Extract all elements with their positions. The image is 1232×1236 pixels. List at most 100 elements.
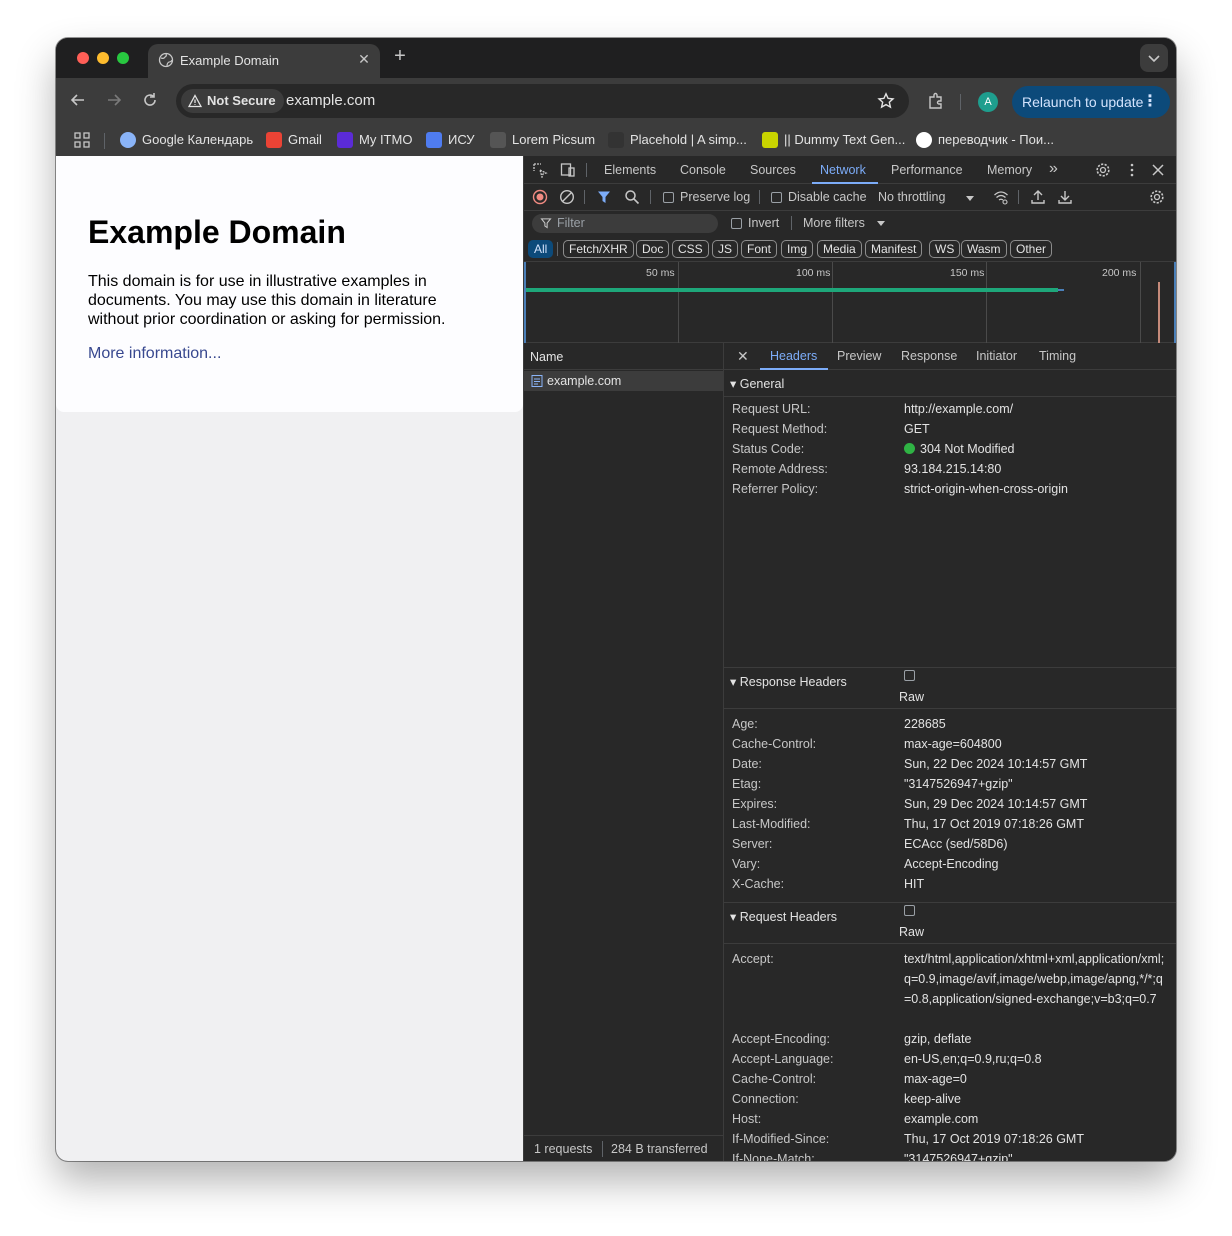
network-settings-icon[interactable] <box>1149 189 1165 205</box>
header-value: HIT <box>904 877 925 891</box>
tab-headers[interactable]: Headers <box>770 349 817 363</box>
tab-performance[interactable]: Performance <box>891 163 963 177</box>
extensions-icon[interactable] <box>926 91 946 111</box>
dropdown-caret-icon <box>877 221 885 226</box>
timeline-left-handle[interactable] <box>524 262 526 343</box>
more-vert-icon[interactable] <box>1124 162 1140 178</box>
bookmark-dummy-text[interactable]: || Dummy Text Gen... <box>762 131 905 149</box>
header-value: strict-origin-when-cross-origin <box>904 482 1068 496</box>
minimize-window-button[interactable] <box>97 52 109 64</box>
chip-css[interactable]: CSS <box>672 240 709 258</box>
chip-all[interactable]: All <box>528 240 554 258</box>
filter-icon[interactable] <box>596 189 612 205</box>
response-headers-section-header[interactable]: ▾ Response Headers Raw <box>724 667 1176 709</box>
tab-search-button[interactable] <box>1140 44 1168 72</box>
bookmark-isu[interactable]: ИСУ <box>426 131 476 149</box>
device-toolbar-icon[interactable] <box>560 162 576 178</box>
preserve-log-checkbox[interactable] <box>663 192 674 203</box>
close-tab-icon[interactable]: ✕ <box>356 51 372 67</box>
tab-response[interactable]: Response <box>901 349 957 363</box>
bookmark-google-calendar[interactable]: Google Календарь <box>120 131 253 149</box>
close-window-button[interactable] <box>77 52 89 64</box>
request-waterfall-tail <box>1058 289 1064 291</box>
relaunch-button[interactable]: Relaunch to update ⋮ <box>1012 86 1170 118</box>
request-raw-checkbox[interactable] <box>904 905 915 916</box>
chip-font[interactable]: Font <box>741 240 778 258</box>
header-key: Date: <box>732 757 762 771</box>
chip-other[interactable]: Other <box>1010 240 1053 258</box>
request-row[interactable]: example.com <box>524 371 724 391</box>
tab-elements[interactable]: Elements <box>604 163 656 177</box>
chip-ws[interactable]: WS <box>929 240 961 258</box>
chevron-down-icon <box>1148 55 1160 63</box>
close-devtools-icon[interactable] <box>1150 162 1166 178</box>
import-har-icon[interactable] <box>1030 189 1046 205</box>
bookmark-translator[interactable]: переводчик - Пои... <box>916 131 1058 149</box>
request-headers-section-header[interactable]: ▾ Request Headers Raw <box>724 902 1176 944</box>
chip-wasm[interactable]: Wasm <box>961 240 1007 258</box>
invert-checkbox[interactable] <box>731 218 742 229</box>
tab-example-domain[interactable]: Example Domain ✕ <box>148 44 380 78</box>
header-value: "3147526947+gzip" <box>904 777 1013 791</box>
header-key: If-Modified-Since: <box>732 1132 830 1146</box>
profile-avatar[interactable]: A <box>978 92 998 112</box>
bookmarks-bar: Google Календарь Gmail My ITMO ИСУ Lorem… <box>56 124 1176 156</box>
url-text[interactable]: example.com <box>286 92 375 109</box>
tab-initiator[interactable]: Initiator <box>976 349 1017 363</box>
page-body: This domain is for use in illustrative e… <box>88 273 446 328</box>
header-value: keep-alive <box>904 1092 961 1106</box>
timeline-overview[interactable]: 50 ms 100 ms 150 ms 200 ms <box>524 262 1176 343</box>
more-filters-button[interactable]: More filters <box>803 216 865 230</box>
chip-manifest[interactable]: Manifest <box>865 240 923 258</box>
export-har-icon[interactable] <box>1057 189 1073 205</box>
new-tab-button[interactable]: + <box>390 46 410 66</box>
maximize-window-button[interactable] <box>117 52 129 64</box>
chip-js[interactable]: JS <box>712 240 739 258</box>
chip-img[interactable]: Img <box>781 240 814 258</box>
chip-media[interactable]: Media <box>817 240 862 258</box>
response-headers-title: ▾ Response Headers <box>730 675 847 689</box>
network-conditions-icon[interactable] <box>993 189 1009 205</box>
chip-fetch-xhr[interactable]: Fetch/XHR <box>563 240 634 258</box>
star-icon[interactable] <box>877 92 895 110</box>
bookmark-lorem-picsum[interactable]: Lorem Picsum <box>490 131 595 149</box>
transferred-size: 284 B transferred <box>611 1142 708 1156</box>
timeline-right-handle[interactable] <box>1174 262 1176 343</box>
tab-memory[interactable]: Memory <box>987 163 1032 177</box>
back-icon[interactable] <box>68 90 88 110</box>
tab-preview[interactable]: Preview <box>837 349 881 363</box>
apps-grid-icon[interactable] <box>74 132 90 148</box>
more-tabs-icon[interactable]: » <box>1049 160 1058 178</box>
inspect-element-icon[interactable] <box>532 162 548 178</box>
general-section-header[interactable]: ▾ General <box>724 371 1176 397</box>
response-raw-checkbox[interactable] <box>904 670 915 681</box>
reload-icon[interactable] <box>140 90 160 110</box>
header-value: ECAcc (sed/58D6) <box>904 837 1008 851</box>
forward-icon[interactable] <box>104 90 124 110</box>
request-list-header: Name <box>524 343 724 370</box>
timeline-gridline <box>678 262 679 343</box>
tab-timing[interactable]: Timing <box>1039 349 1076 363</box>
header-key: Vary: <box>732 857 761 871</box>
bookmark-placehold[interactable]: Placehold | A simp... <box>608 131 748 149</box>
header-key: Request URL: <box>732 402 811 416</box>
tab-network[interactable]: Network <box>820 163 866 177</box>
tab-console[interactable]: Console <box>680 163 726 177</box>
record-stop-icon[interactable] <box>532 189 548 205</box>
tab-sources[interactable]: Sources <box>750 163 796 177</box>
settings-gear-icon[interactable] <box>1095 162 1111 178</box>
more-information-link[interactable]: More information... <box>88 345 221 363</box>
disable-cache-checkbox[interactable] <box>771 192 782 203</box>
bookmark-my-itmo[interactable]: My ITMO <box>337 131 413 149</box>
close-details-icon[interactable]: ✕ <box>737 348 749 365</box>
chip-doc[interactable]: Doc <box>636 240 670 258</box>
bookmark-gmail[interactable]: Gmail <box>266 131 326 149</box>
security-chip[interactable]: Not Secure <box>181 89 284 113</box>
search-icon[interactable] <box>624 189 640 205</box>
clear-icon[interactable] <box>559 189 575 205</box>
filter-input[interactable]: Filter <box>532 214 718 233</box>
address-bar[interactable]: Not Secure example.com <box>176 84 909 118</box>
throttling-select[interactable]: No throttling <box>878 190 945 204</box>
timeline-label-200: 200 ms <box>1102 267 1137 279</box>
name-column-header[interactable]: Name <box>530 350 563 364</box>
